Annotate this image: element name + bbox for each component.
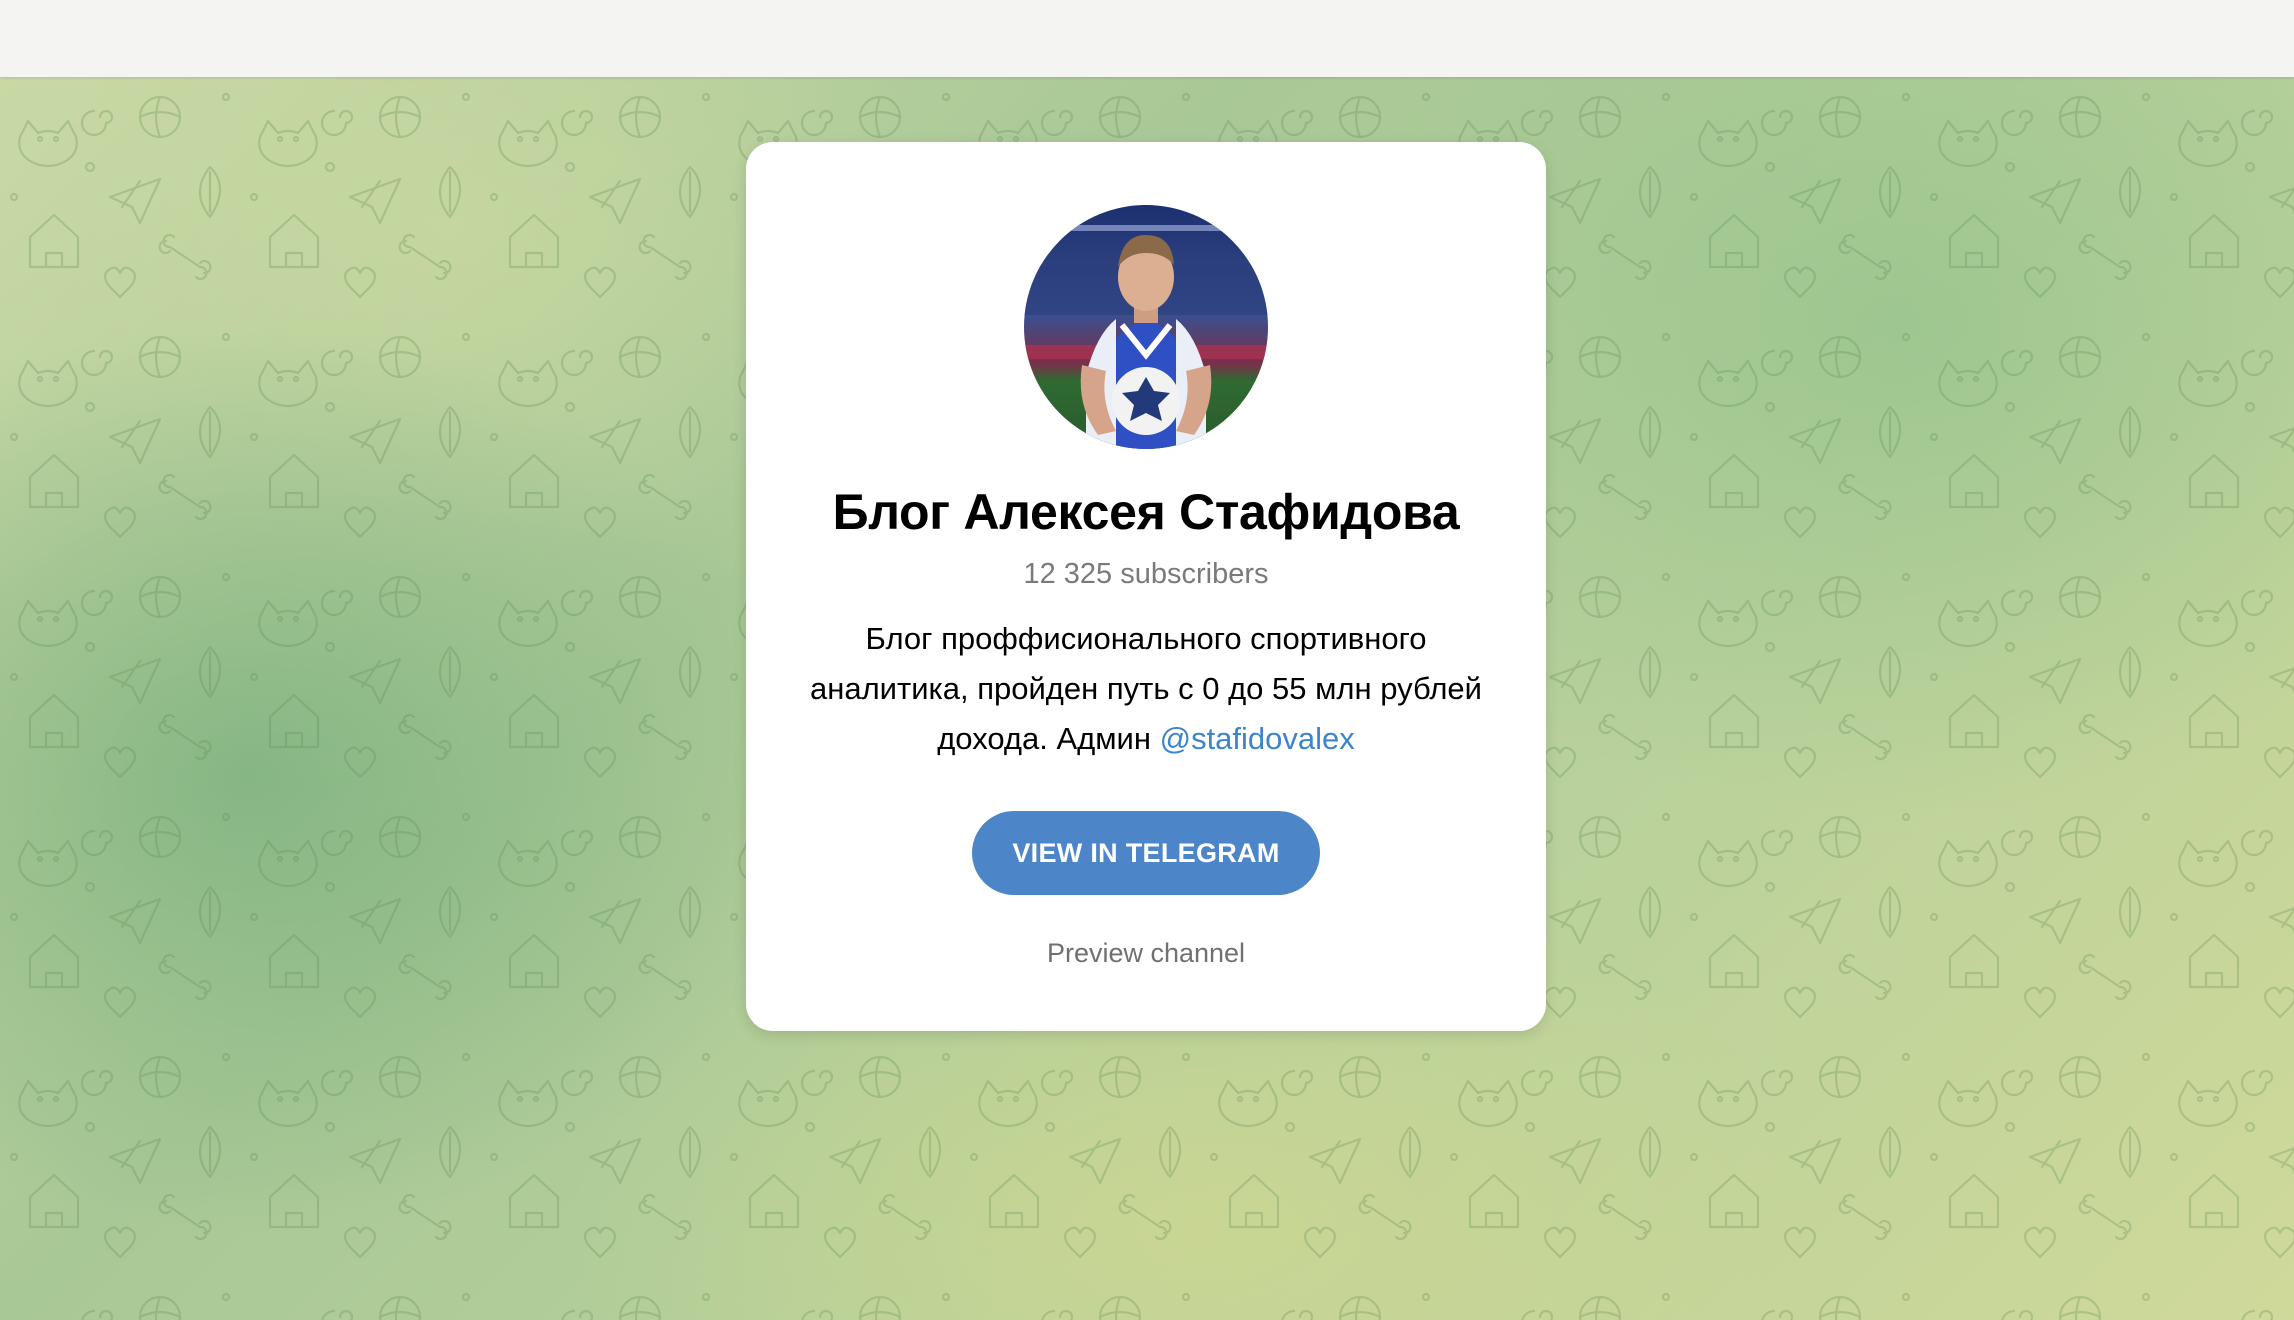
channel-description: Блог проффисионального спортивного анали… — [786, 614, 1506, 764]
top-bar — [0, 0, 2294, 77]
avatar-image — [1024, 205, 1268, 449]
channel-title: Блог Алексея Стафидова — [832, 484, 1460, 540]
subscriber-count: 12 325 subscribers — [1023, 558, 1269, 590]
channel-card: Блог Алексея Стафидова 12 325 subscriber… — [746, 142, 1546, 1031]
description-text: Блог проффисионального спортивного анали… — [809, 621, 1482, 756]
channel-avatar — [1024, 205, 1268, 449]
preview-channel-link[interactable]: Preview channel — [746, 933, 1546, 973]
page: Блог Алексея Стафидова 12 325 subscriber… — [0, 0, 2294, 1320]
admin-link[interactable]: @stafidovalex — [1160, 721, 1355, 756]
view-in-telegram-button[interactable]: VIEW IN TELEGRAM — [972, 811, 1320, 895]
